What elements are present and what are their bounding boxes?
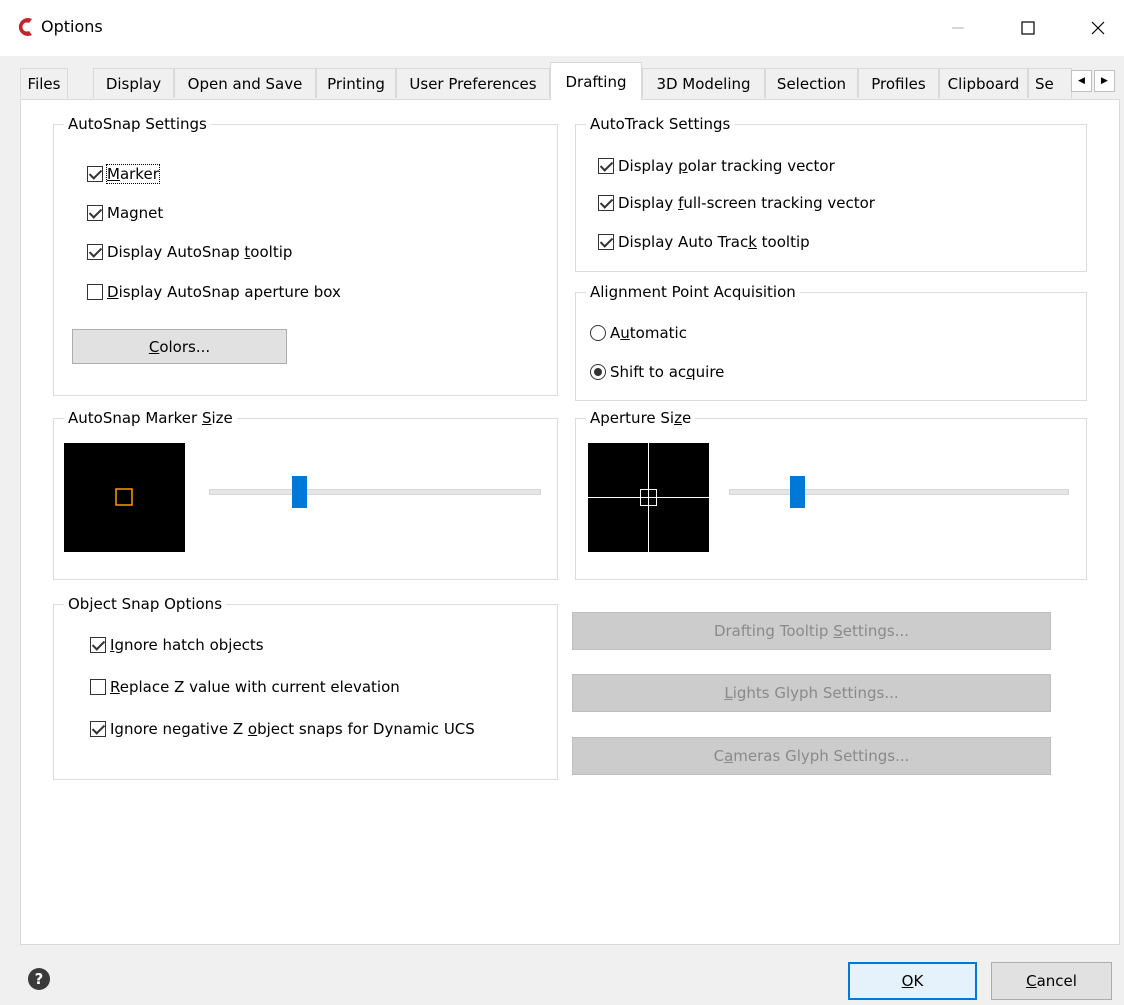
marker-size-preview [64, 443, 185, 552]
ok-button[interactable]: OK [848, 962, 977, 1000]
fullscreen-tracking-check[interactable] [598, 195, 614, 211]
title-bar: Options [0, 0, 1124, 56]
aperture-preview-graphic [588, 443, 709, 552]
marker-check[interactable] [87, 166, 103, 182]
marker-size-slider-track[interactable] [209, 489, 541, 495]
autosnap-settings-group: AutoSnap Settings Marker Magnet Display … [53, 114, 558, 396]
arrow-left-icon: ◀ [1078, 76, 1085, 86]
autotrack-settings-group: AutoTrack Settings Display polar trackin… [575, 114, 1087, 272]
aperture-size-group: Aperture Size [575, 408, 1087, 580]
ignore-negative-z-check[interactable] [90, 721, 106, 737]
aperture-size-title: Aperture Size [586, 408, 696, 428]
tab-scroll-right-button[interactable]: ▶ [1094, 70, 1115, 92]
tab-files[interactable]: Files [20, 68, 68, 98]
tab-se[interactable]: Se [1028, 68, 1072, 98]
colors-button-label: Colors... [148, 337, 211, 356]
snap-marker-icon [115, 488, 133, 506]
maximize-button[interactable] [1000, 0, 1056, 56]
cameras-glyph-settings-button[interactable]: Cameras Glyph Settings... [572, 737, 1051, 775]
window-title: Options [41, 17, 103, 36]
aperture-size-slider-thumb[interactable] [790, 476, 805, 508]
ignore-negative-z-checkbox[interactable]: Ignore negative Z object snaps for Dynam… [90, 720, 475, 738]
marker-label: Marker [106, 164, 160, 184]
ignore-hatch-check[interactable] [90, 637, 106, 653]
tab-printing[interactable]: Printing [316, 68, 396, 98]
tab-3d-modeling[interactable]: 3D Modeling [642, 68, 765, 98]
minimize-button[interactable] [930, 0, 986, 56]
polar-tracking-label: Display polar tracking vector [618, 157, 835, 175]
cancel-button[interactable]: Cancel [991, 962, 1112, 1000]
shift-to-acquire-radio[interactable]: Shift to acquire [590, 363, 724, 381]
autotrack-tooltip-label: Display Auto Track tooltip [618, 233, 810, 251]
alignment-point-title: Alignment Point Acquisition [586, 282, 800, 302]
aperture-box-label: Display AutoSnap aperture box [107, 283, 341, 301]
tab-scroll-buttons: ◀ ▶ [1071, 70, 1117, 92]
drafting-tooltip-settings-button[interactable]: Drafting Tooltip Settings... [572, 612, 1051, 650]
marker-size-title: AutoSnap Marker Size [64, 408, 237, 428]
tab-clipboard[interactable]: Clipboard [939, 68, 1028, 98]
arrow-right-icon: ▶ [1101, 76, 1108, 86]
cancel-button-label: Cancel [1026, 972, 1077, 990]
tab-selection[interactable]: Selection [765, 68, 858, 98]
marker-size-slider-thumb[interactable] [291, 476, 307, 508]
cameras-glyph-settings-label: Cameras Glyph Settings... [713, 747, 910, 765]
shift-to-acquire-label: Shift to acquire [610, 363, 725, 381]
ignore-hatch-label: Ignore hatch objects [110, 636, 264, 654]
autotrack-tooltip-checkbox[interactable]: Display Auto Track tooltip [598, 233, 810, 251]
autosnap-tooltip-check[interactable] [87, 244, 103, 260]
tab-user-preferences[interactable]: User Preferences [396, 68, 550, 98]
tab-profiles[interactable]: Profiles [858, 68, 939, 98]
object-snap-options-title: Object Snap Options [64, 594, 227, 614]
tab-open-and-save[interactable]: Open and Save [174, 68, 316, 98]
automatic-label: Automatic [610, 324, 687, 342]
alignment-point-group: Alignment Point Acquisition Automatic Sh… [575, 282, 1087, 401]
app-logo-icon [18, 18, 32, 36]
close-icon [1091, 21, 1105, 35]
marker-checkbox[interactable]: Marker [87, 164, 160, 184]
lights-glyph-settings-label: Lights Glyph Settings... [724, 684, 899, 702]
autotrack-tooltip-check[interactable] [598, 234, 614, 250]
marker-preview-graphic [115, 488, 133, 506]
minimize-icon [952, 27, 964, 29]
replace-z-check[interactable] [90, 679, 106, 695]
drafting-tooltip-settings-label: Drafting Tooltip Settings... [713, 622, 910, 640]
autotrack-settings-title: AutoTrack Settings [586, 114, 735, 134]
colors-button[interactable]: Colors... [72, 329, 287, 364]
tab-drafting[interactable]: Drafting [550, 62, 642, 100]
fullscreen-tracking-checkbox[interactable]: Display full-screen tracking vector [598, 194, 875, 212]
magnet-check[interactable] [87, 205, 103, 221]
aperture-size-slider-track[interactable] [729, 489, 1069, 495]
magnet-checkbox[interactable]: Magnet [87, 204, 163, 222]
polar-tracking-checkbox[interactable]: Display polar tracking vector [598, 157, 835, 175]
automatic-radio[interactable]: Automatic [590, 324, 687, 342]
object-snap-options-group: Object Snap Options Ignore hatch objects… [53, 594, 558, 780]
automatic-radio-dot[interactable] [590, 325, 606, 341]
help-icon[interactable]: ? [28, 968, 50, 990]
fullscreen-tracking-label: Display full-screen tracking vector [618, 194, 875, 212]
shift-to-acquire-radio-dot[interactable] [590, 364, 606, 380]
magnet-label: Magnet [107, 204, 164, 222]
ok-button-label: OK [901, 972, 924, 990]
autosnap-tooltip-checkbox[interactable]: Display AutoSnap tooltip [87, 243, 292, 261]
autosnap-tooltip-label: Display AutoSnap tooltip [107, 243, 293, 261]
ignore-hatch-checkbox[interactable]: Ignore hatch objects [90, 636, 264, 654]
aperture-box-checkbox[interactable]: Display AutoSnap aperture box [87, 283, 341, 301]
aperture-box-check[interactable] [87, 284, 103, 300]
marker-size-group: AutoSnap Marker Size [53, 408, 558, 580]
replace-z-label: Replace Z value with current elevation [110, 678, 400, 696]
tab-display[interactable]: Display [93, 68, 174, 98]
tab-scroll-left-button[interactable]: ◀ [1071, 70, 1092, 92]
tab-strip: Files Display Open and Save Printing Use… [20, 62, 1120, 100]
polar-tracking-check[interactable] [598, 158, 614, 174]
close-button[interactable] [1070, 0, 1124, 56]
autosnap-settings-title: AutoSnap Settings [64, 114, 211, 134]
maximize-icon [1021, 21, 1035, 35]
ignore-negative-z-label: Ignore negative Z object snaps for Dynam… [110, 720, 475, 738]
replace-z-checkbox[interactable]: Replace Z value with current elevation [90, 678, 400, 696]
lights-glyph-settings-button[interactable]: Lights Glyph Settings... [572, 674, 1051, 712]
aperture-size-preview [588, 443, 709, 552]
